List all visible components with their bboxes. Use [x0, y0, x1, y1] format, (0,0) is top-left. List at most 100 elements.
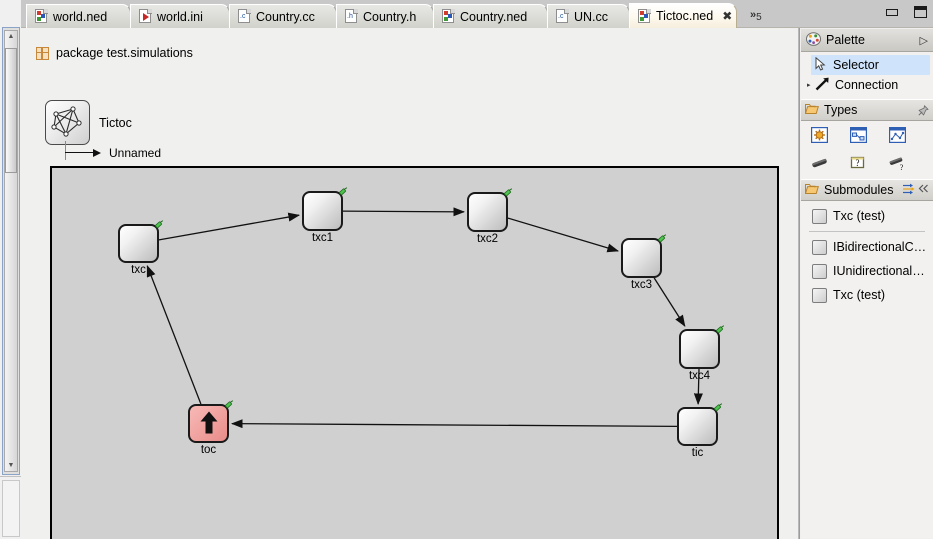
tab-tictoc-ned[interactable]: Tictoc.ned ✖ — [629, 3, 737, 28]
palette-section-submodules[interactable]: Submodules — [801, 179, 933, 201]
palette-section-types[interactable]: Types — [801, 99, 933, 121]
palette-tool-selector[interactable]: Selector — [811, 55, 930, 75]
tab-country-h[interactable]: .h Country.h — [336, 4, 434, 28]
node-body — [679, 329, 720, 369]
connection-txc2-to-txc3[interactable] — [507, 217, 619, 253]
cursor-icon — [815, 56, 828, 74]
connection-tic-to-toc[interactable] — [230, 419, 678, 429]
palette-tool-connection[interactable]: ▸ Connection — [801, 75, 933, 95]
gate-pin-icon — [657, 233, 667, 243]
pin-icon[interactable] — [918, 104, 929, 116]
tab-world-ini[interactable]: world.ini — [130, 4, 230, 28]
diagram-node-txc1[interactable]: txc1 — [302, 187, 348, 244]
collapse-icon[interactable] — [918, 183, 929, 197]
ned-file-icon — [638, 8, 651, 24]
diagram-node-txc3[interactable]: txc3 — [621, 234, 667, 291]
palette-collapse-icon[interactable]: ▷ — [920, 34, 928, 47]
palette-title: Palette — [826, 33, 865, 47]
layout-icon[interactable] — [902, 183, 915, 198]
connection-icon — [815, 77, 830, 94]
palette-panel: Palette ▷ Selector ▸ Connection Types ? … — [799, 28, 933, 539]
palette-submodule-label: IBidirectionalC… — [833, 240, 927, 254]
tab-country-cc[interactable]: .c Country.cc — [229, 4, 337, 28]
package-label: package test.simulations — [56, 46, 193, 60]
node-label: txc1 — [311, 232, 334, 244]
palette-header[interactable]: Palette ▷ — [801, 29, 933, 52]
submodules-actions — [902, 183, 929, 198]
node-label: txc3 — [630, 279, 653, 291]
network-icon[interactable] — [888, 126, 907, 144]
channel-interface-icon[interactable]: ? — [889, 155, 906, 172]
simple-module-icon[interactable] — [810, 126, 829, 144]
channel-icon[interactable] — [811, 155, 828, 171]
package-icon — [36, 46, 49, 60]
scroll-down-icon[interactable]: ▼ — [5, 460, 17, 471]
tab-close-icon[interactable]: ✖ — [722, 9, 732, 23]
expand-arrow-icon[interactable]: ▸ — [807, 81, 811, 89]
palette-submodule-item[interactable]: Txc (test) — [801, 283, 933, 307]
tab-label: UN.cc — [574, 9, 609, 24]
tab-un-cc[interactable]: .c UN.cc — [547, 4, 630, 28]
minimize-icon[interactable] — [886, 8, 898, 16]
palette-submodule-label: Txc (test) — [833, 209, 886, 223]
cc-file-icon: .c — [238, 9, 251, 24]
tab-label: Country.h — [363, 9, 417, 24]
tab-label: world.ned — [53, 9, 108, 24]
palette-tool-label: Selector — [833, 58, 879, 72]
tab-world-ned[interactable]: world.ned — [26, 4, 131, 28]
cc-file-icon: .c — [556, 9, 569, 24]
palette-section-title: Types — [824, 103, 858, 117]
compound-module-icon — [45, 100, 90, 145]
palette-submodule-label: IUnidirectional… — [833, 264, 925, 278]
palette-submodule-item[interactable]: IBidirectionalC… — [801, 235, 933, 259]
list-separator — [809, 231, 925, 232]
left-view-edge: ▲ ▼ — [0, 0, 21, 539]
connection-toc-to-txc[interactable] — [146, 265, 202, 405]
package-declaration[interactable]: package test.simulations — [36, 46, 193, 60]
palette-section-title: Submodules — [824, 183, 894, 197]
diagram-node-txc[interactable]: txc — [118, 220, 164, 276]
ini-file-icon — [139, 9, 152, 24]
submodule-icon — [812, 263, 827, 279]
node-body — [467, 192, 508, 232]
diagram-canvas[interactable]: txc txc1 txc2 txc3 txc4 tic toc — [50, 166, 779, 539]
left-view-scrollbar-thumb[interactable] — [5, 48, 17, 173]
module-interface-icon[interactable]: ? — [850, 155, 867, 171]
tab-overflow-indicator[interactable]: »5 — [750, 7, 762, 23]
diagram-node-tic[interactable]: tic — [677, 403, 723, 459]
connection-txc-to-txc1[interactable] — [158, 212, 301, 241]
node-body — [621, 238, 662, 278]
palette-tool-label: Connection — [835, 78, 899, 92]
node-label: txc — [131, 264, 146, 276]
gate-pin-icon — [713, 402, 723, 412]
palette-submodule-item[interactable]: IUnidirectional… — [801, 259, 933, 283]
compound-module-icon[interactable] — [849, 126, 868, 144]
node-body — [188, 404, 229, 443]
gate-pin-icon — [503, 187, 513, 197]
ned-file-icon — [442, 9, 455, 24]
palette-submodule-label: Txc (test) — [833, 288, 886, 302]
palette-tools: Selector ▸ Connection — [801, 52, 933, 95]
maximize-icon[interactable] — [914, 6, 927, 18]
connection-txc3-to-txc4[interactable] — [653, 277, 686, 327]
diagram-node-txc4[interactable]: txc4 — [679, 325, 725, 382]
node-label: tic — [691, 447, 704, 459]
tab-label: Country.ned — [460, 9, 528, 24]
diagram-node-toc[interactable]: toc — [188, 400, 234, 456]
network-header[interactable]: Tictoc — [45, 100, 132, 145]
ned-graphical-editor[interactable]: package test.simulations Tictoc Unnamed … — [21, 28, 799, 539]
node-label: toc — [200, 444, 217, 456]
node-label: txc4 — [688, 370, 711, 382]
connection-txc1-to-txc2[interactable] — [342, 207, 466, 217]
left-lower-view — [2, 480, 20, 537]
gate-pin-icon — [154, 219, 164, 229]
submodule-icon — [812, 208, 827, 224]
palette-submodule-item[interactable]: Txc (test) — [801, 204, 933, 228]
window-controls — [886, 6, 927, 18]
scroll-up-icon[interactable]: ▲ — [5, 31, 17, 42]
tab-country-ned[interactable]: Country.ned — [433, 4, 548, 28]
diagram-node-txc2[interactable]: txc2 — [467, 188, 513, 245]
node-body — [677, 407, 718, 446]
gate-pin-icon — [224, 399, 234, 409]
svg-text:?: ? — [900, 163, 904, 171]
